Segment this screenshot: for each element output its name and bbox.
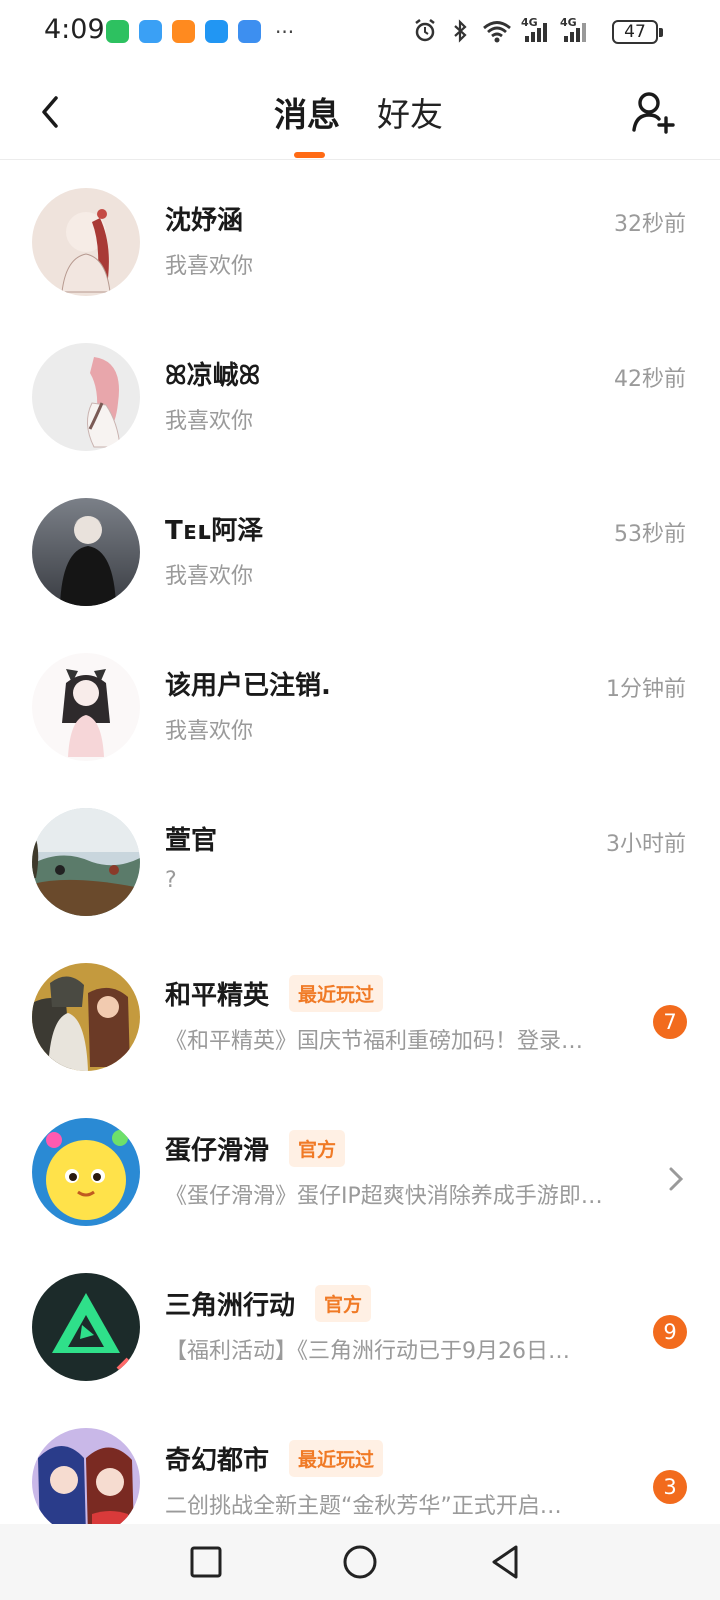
message-preview: 【福利活动】《三角洲行动已于9月26日…	[165, 1339, 570, 1364]
avatar	[32, 808, 140, 916]
unread-badge: 7	[653, 1005, 687, 1039]
avatar	[32, 498, 140, 606]
conversation-row[interactable]: 沈妤涵 我喜欢你 32秒前	[0, 160, 720, 315]
contact-name: 该用户已注销.	[165, 670, 331, 701]
message-app-icon	[205, 20, 228, 43]
message-preview: 我喜欢你	[165, 564, 254, 589]
message-preview: 《蛋仔滑滑》蛋仔IP超爽快消除养成手游即…	[165, 1184, 603, 1209]
back-arrow-icon[interactable]	[36, 92, 66, 132]
message-preview: 我喜欢你	[165, 254, 254, 279]
status-time: 4:09	[44, 14, 105, 45]
unread-badge: 9	[653, 1315, 687, 1349]
contact-name: Tᴇʟ阿泽	[165, 515, 264, 546]
contact-name: ꕤ凉峸ꕤ	[165, 360, 261, 391]
avatar	[32, 1273, 140, 1381]
contact-name: 三角洲行动	[165, 1290, 296, 1321]
home-icon[interactable]	[340, 1542, 380, 1582]
contact-name: 沈妤涵	[165, 205, 244, 236]
alarm-icon	[415, 19, 435, 42]
recently-played-tag: 最近玩过	[289, 1439, 384, 1477]
unread-badge: 3	[653, 1470, 687, 1504]
contact-name: 蛋仔滑滑	[165, 1135, 270, 1166]
message-time: 53秒前	[614, 522, 686, 547]
bluetooth-icon	[454, 19, 467, 43]
message-preview: 二创挑战全新主题“金秋芳华”正式开启…	[165, 1494, 562, 1519]
more-notifications-icon: ···	[275, 19, 295, 44]
signal-1-icon: 4G	[521, 16, 551, 44]
tab-messages[interactable]: 消息	[274, 88, 340, 136]
official-tag: 官方	[315, 1284, 372, 1322]
conversation-row[interactable]: Tᴇʟ阿泽 我喜欢你 53秒前	[0, 470, 720, 625]
add-friend-icon[interactable]	[630, 88, 678, 136]
message-preview: 我喜欢你	[165, 719, 254, 744]
message-time: 42秒前	[614, 367, 686, 392]
app-store-icon	[139, 20, 162, 43]
avatar	[32, 188, 140, 296]
active-tab-indicator	[294, 152, 325, 158]
conversation-row[interactable]: 萱官 ? 3小时前	[0, 780, 720, 935]
official-tag: 官方	[289, 1129, 346, 1167]
conversation-list: 沈妤涵 我喜欢你 32秒前 ꕤ凉峸ꕤ 我喜欢你 42秒前 Tᴇʟ阿泽 我喜欢你 …	[0, 160, 720, 1555]
recently-played-tag: 最近玩过	[289, 974, 384, 1012]
message-time: 1分钟前	[606, 677, 686, 702]
message-preview: ?	[165, 868, 177, 893]
battery-indicator: 47	[612, 20, 663, 44]
signal-2-icon: 4G	[560, 16, 590, 44]
conversation-row[interactable]: 该用户已注销. 我喜欢你 1分钟前	[0, 625, 720, 780]
chevron-right-icon[interactable]	[666, 1164, 686, 1194]
weather-app-icon	[238, 20, 261, 43]
conversation-row[interactable]: 和平精英 最近玩过 《和平精英》国庆节福利重磅加码！登录… 7	[0, 935, 720, 1090]
header: 消息 好友	[0, 64, 720, 160]
avatar	[32, 343, 140, 451]
conversation-row[interactable]: 蛋仔滑滑 官方 《蛋仔滑滑》蛋仔IP超爽快消除养成手游即…	[0, 1090, 720, 1245]
message-preview: 《和平精英》国庆节福利重磅加码！登录…	[165, 1029, 584, 1054]
wechat-icon	[106, 20, 129, 43]
conversation-row[interactable]: ꕤ凉峸ꕤ 我喜欢你 42秒前	[0, 315, 720, 470]
message-preview: 我喜欢你	[165, 409, 254, 434]
avatar	[32, 963, 140, 1071]
system-navigation-bar	[0, 1524, 720, 1600]
avatar	[32, 653, 140, 761]
status-bar: 4:09 ··· 4G 4G 47	[0, 0, 720, 64]
recent-apps-icon[interactable]	[186, 1542, 226, 1582]
message-time: 3小时前	[606, 832, 686, 857]
wifi-icon	[483, 21, 511, 43]
system-icons: 4G 4G	[412, 16, 590, 44]
avatar	[32, 1428, 140, 1536]
contact-name: 萱官	[165, 825, 218, 856]
message-time: 32秒前	[614, 212, 686, 237]
tab-friends[interactable]: 好友	[377, 88, 443, 136]
contact-name: 奇幻都市	[165, 1445, 270, 1476]
video-app-icon	[172, 20, 195, 43]
back-triangle-icon[interactable]	[486, 1542, 526, 1582]
conversation-row[interactable]: 三角洲行动 官方 【福利活动】《三角洲行动已于9月26日… 9	[0, 1245, 720, 1400]
notification-icons: ···	[106, 20, 294, 43]
avatar	[32, 1118, 140, 1226]
contact-name: 和平精英	[165, 980, 270, 1011]
